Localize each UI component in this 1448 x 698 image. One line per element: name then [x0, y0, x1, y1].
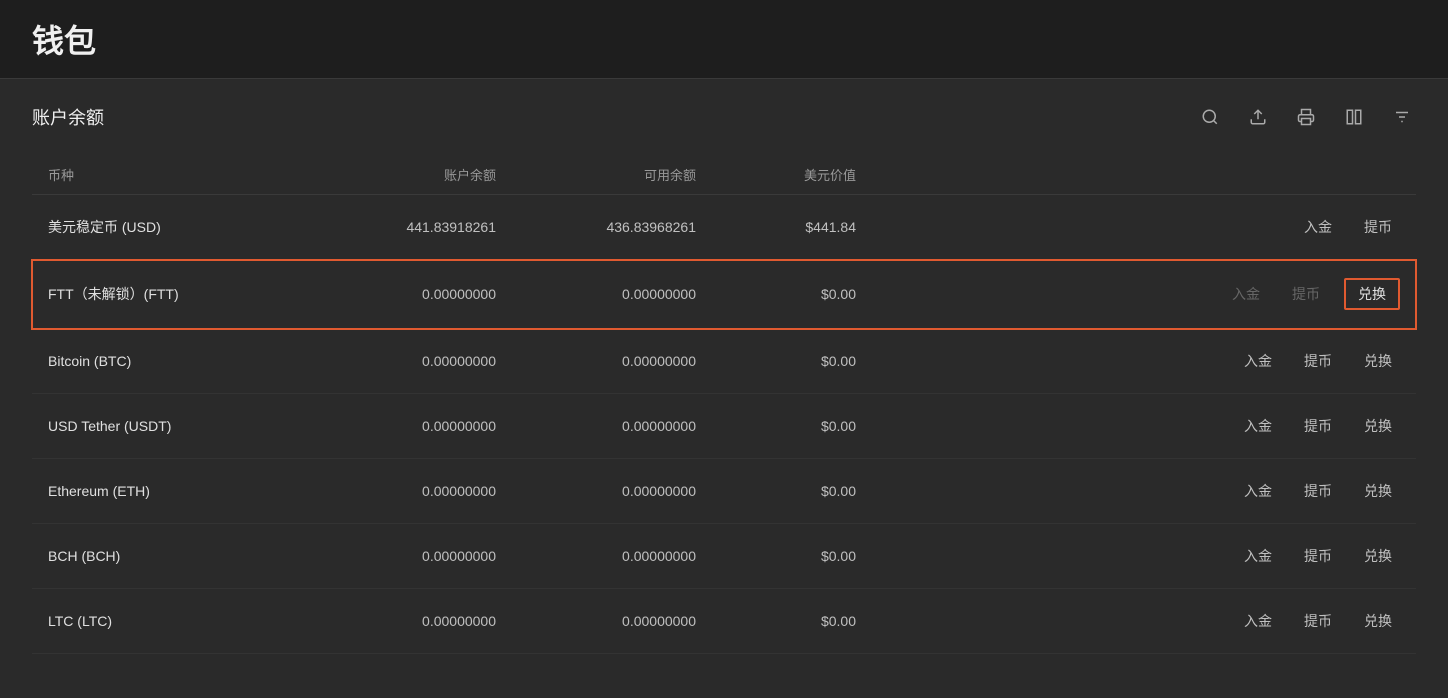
- available-amount: 0.00000000: [512, 459, 712, 524]
- col-header-available: 可用余额: [512, 155, 712, 195]
- usd-value: $441.84: [712, 195, 872, 260]
- actions-cell: 入金提币: [872, 195, 1416, 260]
- download-icon[interactable]: [1244, 103, 1272, 131]
- actions-cell: 入金提币兑换: [872, 394, 1416, 459]
- table-row: Bitcoin (BTC)0.000000000.00000000$0.00入金…: [32, 329, 1416, 394]
- available-amount: 436.83968261: [512, 195, 712, 260]
- deposit-button[interactable]: 入金: [1236, 347, 1280, 375]
- currency-name: Ethereum (ETH): [32, 459, 312, 524]
- table-row: Ethereum (ETH)0.000000000.00000000$0.00入…: [32, 459, 1416, 524]
- balance-amount: 0.00000000: [312, 394, 512, 459]
- page-title: 钱包: [32, 16, 1416, 62]
- deposit-button: 入金: [1224, 280, 1268, 308]
- balance-amount: 0.00000000: [312, 260, 512, 329]
- exchange-button[interactable]: 兑换: [1356, 347, 1400, 375]
- available-amount: 0.00000000: [512, 329, 712, 394]
- usd-value: $0.00: [712, 459, 872, 524]
- col-header-actions: [872, 155, 1416, 195]
- actions-cell: 入金提币兑换: [872, 459, 1416, 524]
- actions-cell: 入金提币兑换: [872, 524, 1416, 589]
- currency-name: USD Tether (USDT): [32, 394, 312, 459]
- balance-amount: 0.00000000: [312, 524, 512, 589]
- exchange-button[interactable]: 兑换: [1344, 278, 1400, 310]
- available-amount: 0.00000000: [512, 394, 712, 459]
- print-icon[interactable]: [1292, 103, 1320, 131]
- withdraw-button[interactable]: 提币: [1296, 347, 1340, 375]
- currency-name: FTT（未解锁）(FTT): [32, 260, 312, 329]
- col-header-usd: 美元价值: [712, 155, 872, 195]
- table-row: LTC (LTC)0.000000000.00000000$0.00入金提币兑换: [32, 589, 1416, 654]
- toolbar: [1196, 103, 1416, 131]
- currency-name: Bitcoin (BTC): [32, 329, 312, 394]
- available-amount: 0.00000000: [512, 589, 712, 654]
- exchange-button[interactable]: 兑换: [1356, 607, 1400, 635]
- actions-cell: 入金提币兑换: [872, 260, 1416, 329]
- table-row: BCH (BCH)0.000000000.00000000$0.00入金提币兑换: [32, 524, 1416, 589]
- actions-cell: 入金提币兑换: [872, 329, 1416, 394]
- page-header: 钱包: [0, 0, 1448, 79]
- usd-value: $0.00: [712, 329, 872, 394]
- usd-value: $0.00: [712, 260, 872, 329]
- withdraw-button[interactable]: 提币: [1296, 607, 1340, 635]
- balance-amount: 0.00000000: [312, 459, 512, 524]
- table-header-row: 币种 账户余额 可用余额 美元价值: [32, 155, 1416, 195]
- withdraw-button[interactable]: 提币: [1296, 477, 1340, 505]
- search-icon[interactable]: [1196, 103, 1224, 131]
- usd-value: $0.00: [712, 394, 872, 459]
- balance-amount: 0.00000000: [312, 329, 512, 394]
- usd-value: $0.00: [712, 589, 872, 654]
- section-title: 账户余额: [32, 104, 104, 130]
- usd-value: $0.00: [712, 524, 872, 589]
- balance-amount: 441.83918261: [312, 195, 512, 260]
- exchange-button[interactable]: 兑换: [1356, 542, 1400, 570]
- section-header: 账户余额: [32, 103, 1416, 131]
- exchange-button[interactable]: 兑换: [1356, 477, 1400, 505]
- table-row: 美元稳定币 (USD)441.83918261436.83968261$441.…: [32, 195, 1416, 260]
- col-header-currency: 币种: [32, 155, 312, 195]
- withdraw-button: 提币: [1284, 280, 1328, 308]
- table-row: FTT（未解锁）(FTT)0.000000000.00000000$0.00入金…: [32, 260, 1416, 329]
- deposit-button[interactable]: 入金: [1236, 477, 1280, 505]
- available-amount: 0.00000000: [512, 524, 712, 589]
- columns-icon[interactable]: [1340, 103, 1368, 131]
- balances-table: 币种 账户余额 可用余额 美元价值 美元稳定币 (USD)441.8391826…: [32, 155, 1416, 654]
- filter-icon[interactable]: [1388, 103, 1416, 131]
- exchange-button[interactable]: 兑换: [1356, 412, 1400, 440]
- currency-name: 美元稳定币 (USD): [32, 195, 312, 260]
- currency-name: BCH (BCH): [32, 524, 312, 589]
- deposit-button[interactable]: 入金: [1296, 213, 1340, 241]
- withdraw-button[interactable]: 提币: [1296, 542, 1340, 570]
- deposit-button[interactable]: 入金: [1236, 542, 1280, 570]
- available-amount: 0.00000000: [512, 260, 712, 329]
- deposit-button[interactable]: 入金: [1236, 607, 1280, 635]
- actions-cell: 入金提币兑换: [872, 589, 1416, 654]
- col-header-balance: 账户余额: [312, 155, 512, 195]
- table-row: USD Tether (USDT)0.000000000.00000000$0.…: [32, 394, 1416, 459]
- withdraw-button[interactable]: 提币: [1356, 213, 1400, 241]
- withdraw-button[interactable]: 提币: [1296, 412, 1340, 440]
- balance-amount: 0.00000000: [312, 589, 512, 654]
- currency-name: LTC (LTC): [32, 589, 312, 654]
- main-content: 账户余额: [0, 79, 1448, 678]
- deposit-button[interactable]: 入金: [1236, 412, 1280, 440]
